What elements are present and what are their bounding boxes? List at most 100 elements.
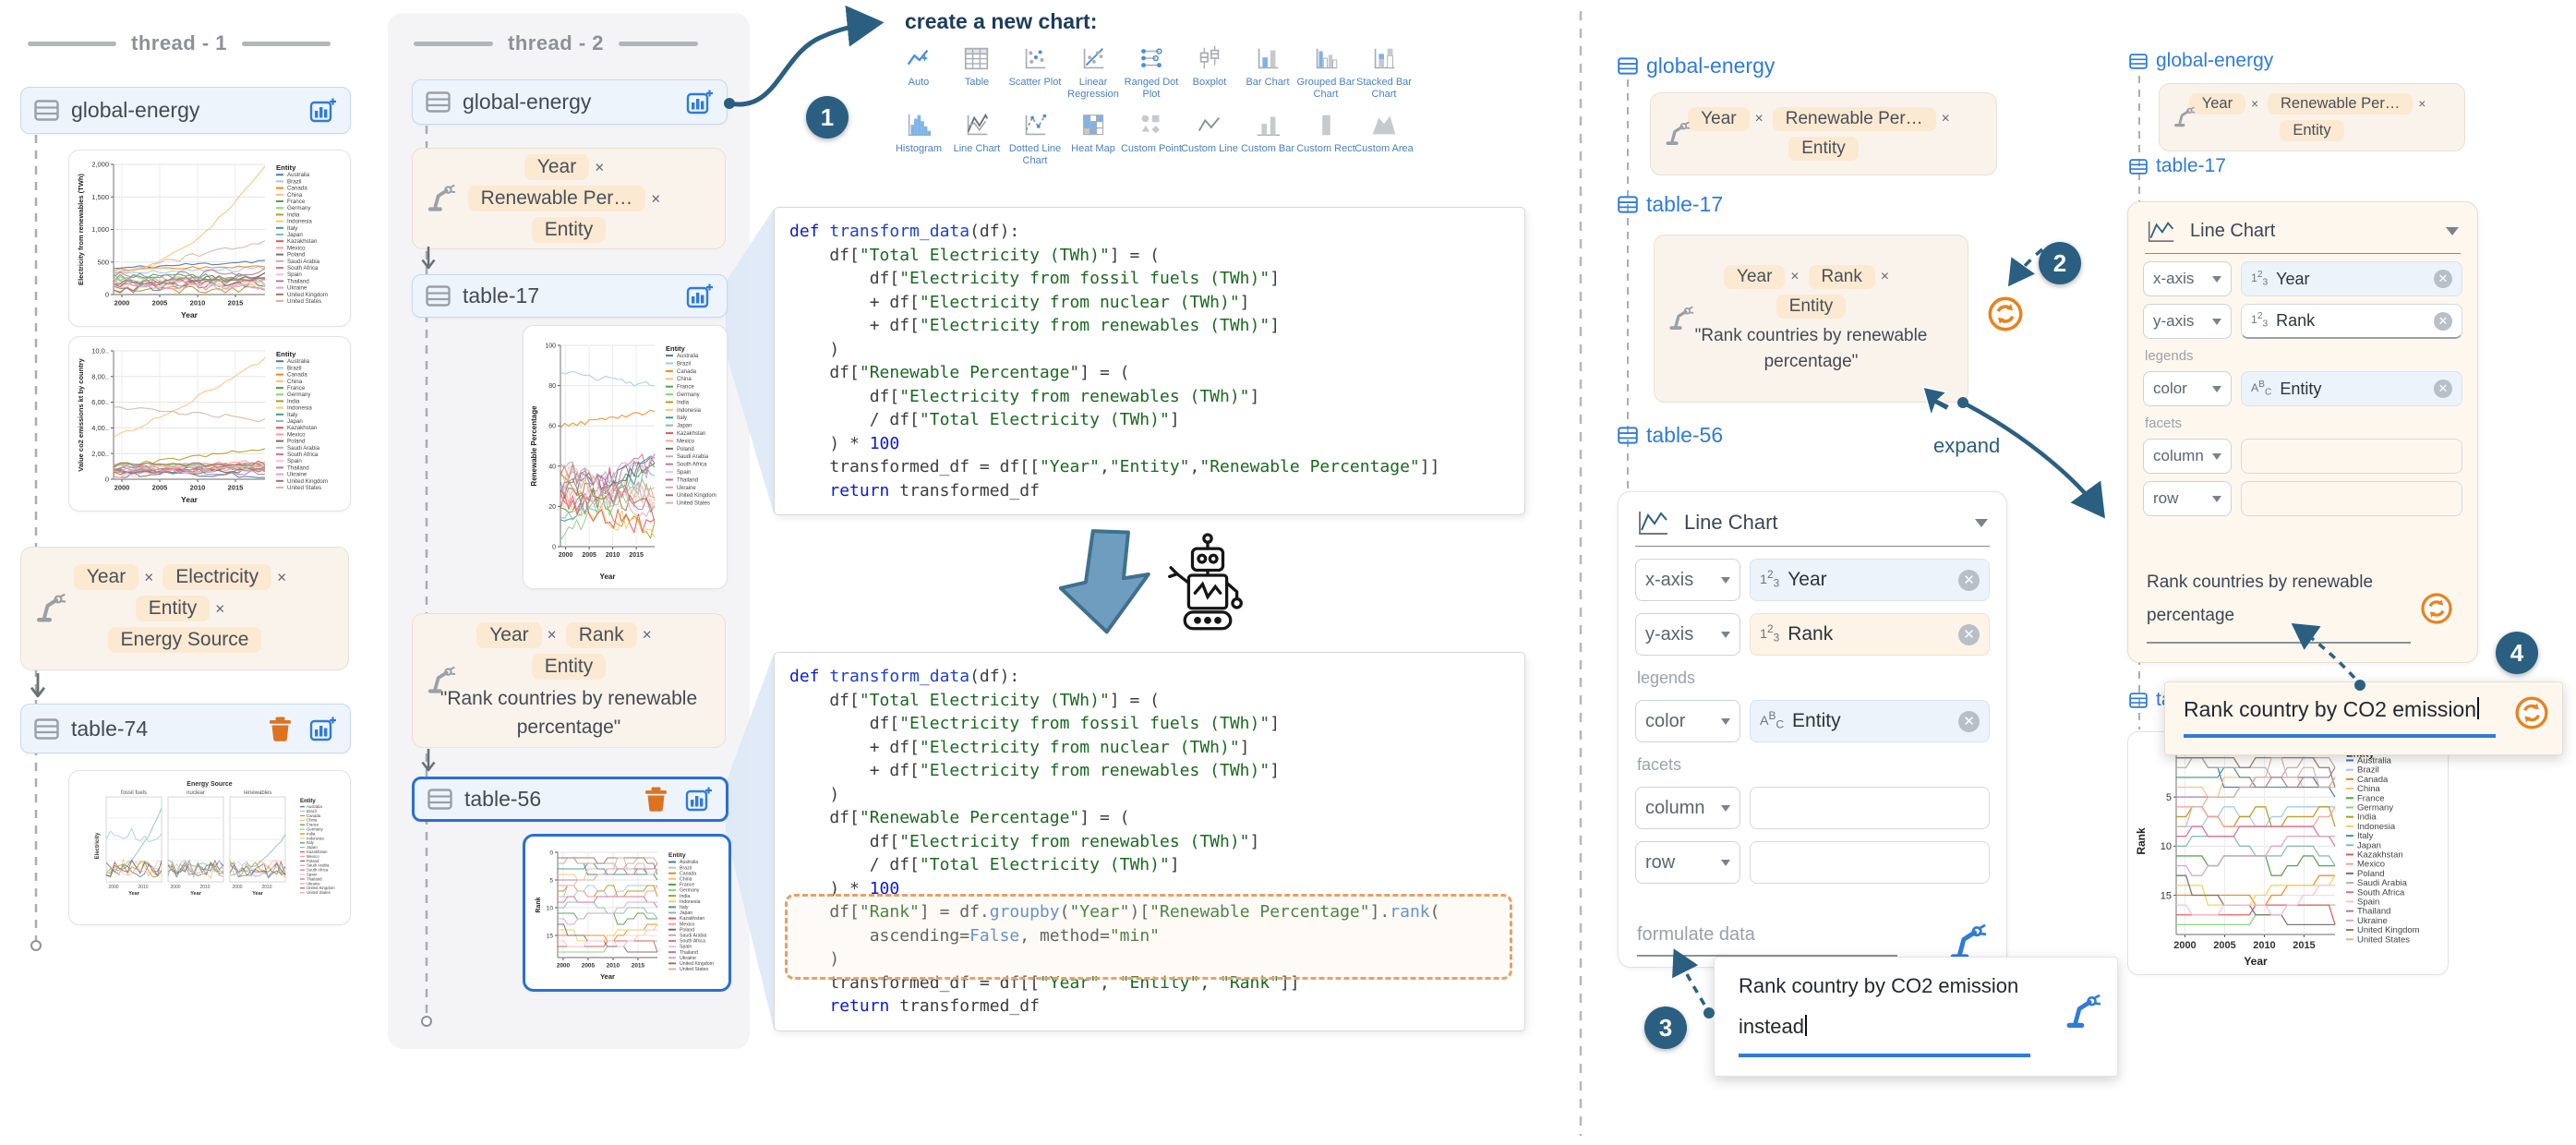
field-x-axis[interactable]: 123Year✕ bbox=[1750, 559, 1990, 601]
field-row[interactable] bbox=[1750, 841, 1990, 884]
field-chip[interactable]: Rank bbox=[1809, 265, 1875, 289]
add-chart-icon[interactable] bbox=[685, 786, 713, 813]
dataset-link-global-energy-2[interactable]: global-energy bbox=[2129, 50, 2273, 72]
remove-chip-icon[interactable]: × bbox=[651, 189, 660, 209]
field-chip[interactable]: Entity bbox=[2280, 120, 2343, 141]
remove-chip-icon[interactable]: × bbox=[215, 599, 224, 619]
field-chip[interactable]: Year bbox=[524, 154, 589, 180]
nl-edit-popup[interactable]: Rank country by CO2 emission instead bbox=[1714, 957, 2118, 1077]
remove-field-icon[interactable]: ✕ bbox=[2434, 312, 2452, 331]
table-link-table-17[interactable]: table-17 bbox=[1618, 192, 1723, 217]
chart-thumbnail-facets[interactable]: Energy SourceElectricityfossil fuels2000… bbox=[68, 770, 351, 925]
field-chip[interactable]: Electricity bbox=[163, 564, 271, 590]
encoding-slot-color[interactable]: color bbox=[1635, 700, 1740, 742]
formulate-robot-arm-icon[interactable] bbox=[2064, 994, 2101, 1030]
field-chip[interactable]: Energy Source bbox=[108, 627, 262, 653]
chart-thumbnail-co2[interactable]: 10,0..8,00..6,00..4,00..2,00..0200020052… bbox=[68, 336, 351, 512]
field-color[interactable]: ABCEntity✕ bbox=[2241, 371, 2462, 406]
remove-field-icon[interactable]: ✕ bbox=[2434, 270, 2452, 288]
field-chip[interactable]: Year bbox=[74, 564, 138, 590]
remove-chip-icon[interactable]: × bbox=[2418, 97, 2426, 111]
query-text-line1[interactable]: Rank countries by renewable bbox=[2147, 566, 2461, 599]
formulate-robot-arm-icon[interactable] bbox=[1947, 924, 1986, 961]
remove-chip-icon[interactable]: × bbox=[1790, 269, 1799, 285]
remove-chip-icon[interactable]: × bbox=[1881, 269, 1889, 285]
field-chip[interactable]: Renewable Per… bbox=[468, 186, 646, 211]
link-label: table-17 bbox=[1646, 192, 1723, 217]
field-x-axis[interactable]: 123Year✕ bbox=[2241, 261, 2462, 296]
field-chip[interactable]: Rank bbox=[566, 622, 637, 648]
field-chip[interactable]: Entity bbox=[532, 654, 607, 680]
nl-edit-popup-far[interactable]: Rank country by CO2 emission bbox=[2164, 681, 2563, 755]
chart-thumbnail-renewables[interactable]: 2,0001,5001,00050002000200520102015YearE… bbox=[68, 150, 351, 327]
field-chip[interactable]: Year bbox=[2189, 93, 2245, 114]
field-color[interactable]: ABCEntity✕ bbox=[1750, 700, 1990, 742]
field-chip[interactable]: Entity bbox=[1788, 137, 1859, 161]
field-chip[interactable]: Year bbox=[1688, 107, 1749, 131]
table-link-table-56[interactable]: table-56 bbox=[1618, 423, 1723, 448]
field-column[interactable] bbox=[1750, 787, 1990, 829]
remove-field-icon[interactable]: ✕ bbox=[2434, 380, 2452, 398]
add-chart-icon[interactable] bbox=[309, 716, 337, 742]
remove-chip-icon[interactable]: × bbox=[548, 625, 557, 645]
encoding-slot-y-axis[interactable]: y-axis bbox=[1635, 613, 1740, 656]
dataset-link-global-energy[interactable]: global-energy bbox=[1618, 54, 1775, 78]
chart-type-header[interactable]: Line Chart bbox=[1619, 492, 2006, 546]
refresh-transform-icon[interactable] bbox=[1987, 295, 2024, 332]
remove-field-icon[interactable]: ✕ bbox=[1958, 711, 1980, 732]
chevron-down-icon[interactable] bbox=[2446, 227, 2459, 235]
table-card-table-74[interactable]: table-74 bbox=[20, 704, 351, 753]
table-card-global-energy-2[interactable]: global-energy bbox=[412, 79, 728, 125]
field-row[interactable] bbox=[2241, 481, 2462, 516]
remove-field-icon[interactable]: ✕ bbox=[1958, 624, 1980, 645]
remove-chip-icon[interactable]: × bbox=[595, 158, 604, 177]
table-card-global-energy-1[interactable]: global-energy bbox=[20, 87, 351, 134]
encoding-slot-x-axis[interactable]: x-axis bbox=[2143, 261, 2232, 296]
encoding-slot-column[interactable]: column bbox=[2143, 439, 2232, 474]
table-card-table-56[interactable]: table-56 bbox=[412, 777, 728, 822]
chart-type-header[interactable]: Line Chart bbox=[2128, 202, 2477, 253]
chevron-down-icon[interactable] bbox=[1975, 519, 1988, 527]
chart-type-customarea[interactable]: Custom Area bbox=[1347, 111, 1421, 155]
table-card-table-17[interactable]: table-17 bbox=[412, 274, 728, 318]
remove-chip-icon[interactable]: × bbox=[643, 625, 652, 645]
delete-table-icon[interactable] bbox=[268, 716, 293, 742]
remove-chip-icon[interactable]: × bbox=[1942, 111, 1950, 127]
svg-text:Australia: Australia bbox=[287, 358, 310, 365]
field-chip[interactable]: Renewable Per… bbox=[2268, 93, 2413, 114]
field-chip[interactable]: Entity bbox=[1776, 295, 1847, 319]
svg-text:4,00..: 4,00.. bbox=[91, 424, 109, 432]
encoding-slot-color[interactable]: color bbox=[2143, 371, 2232, 406]
field-y-axis[interactable]: 123Rank✕ bbox=[1750, 613, 1990, 656]
encoding-slot-row[interactable]: row bbox=[2143, 481, 2232, 516]
delete-table-icon[interactable] bbox=[644, 786, 668, 813]
field-value: Rank bbox=[2276, 311, 2315, 331]
remove-chip-icon[interactable]: × bbox=[277, 568, 286, 587]
encoding-slot-x-axis[interactable]: x-axis bbox=[1635, 559, 1740, 601]
remove-chip-icon[interactable]: × bbox=[2251, 97, 2258, 111]
field-y-axis[interactable]: 123Rank✕ bbox=[2241, 304, 2462, 339]
encoding-slot-row[interactable]: row bbox=[1635, 841, 1740, 884]
remove-chip-icon[interactable]: × bbox=[144, 568, 153, 587]
encoding-slot-column[interactable]: column bbox=[1635, 787, 1740, 829]
encoding-slot-y-axis[interactable]: y-axis bbox=[2143, 304, 2232, 339]
add-chart-icon[interactable] bbox=[309, 97, 337, 124]
formulate-data-input[interactable]: formulate data bbox=[1637, 924, 1990, 946]
field-chip[interactable]: Renewable Per… bbox=[1773, 107, 1936, 131]
chart-type-stackedbar[interactable]: Stacked BarChart bbox=[1347, 44, 1421, 101]
field-chip[interactable]: Year bbox=[476, 622, 541, 648]
field-chip[interactable]: Year bbox=[1724, 265, 1785, 289]
field-chip[interactable]: Entity bbox=[532, 217, 607, 243]
remove-chip-icon[interactable]: × bbox=[1755, 111, 1763, 127]
refresh-query-icon[interactable] bbox=[2514, 695, 2549, 730]
field-column[interactable] bbox=[2241, 439, 2462, 474]
field-chip[interactable]: Entity bbox=[136, 596, 211, 621]
chart-thumbnail-rank[interactable]: 0510152000200520102015YearRankEntityAust… bbox=[523, 834, 731, 992]
table-link-table-17-far[interactable]: table-17 bbox=[2129, 155, 2226, 177]
remove-field-icon[interactable]: ✕ bbox=[1958, 570, 1980, 591]
add-chart-icon[interactable] bbox=[686, 283, 714, 309]
chart-thumbnail-renewable-pct[interactable]: 1008060402002000200520102015YearRenewabl… bbox=[523, 325, 728, 589]
add-chart-icon[interactable] bbox=[686, 89, 714, 115]
chart-thumbnail-rank-far[interactable]: 510152000200520102015YearRankEntityAustr… bbox=[2127, 731, 2449, 975]
refresh-query-icon[interactable] bbox=[2420, 592, 2453, 625]
